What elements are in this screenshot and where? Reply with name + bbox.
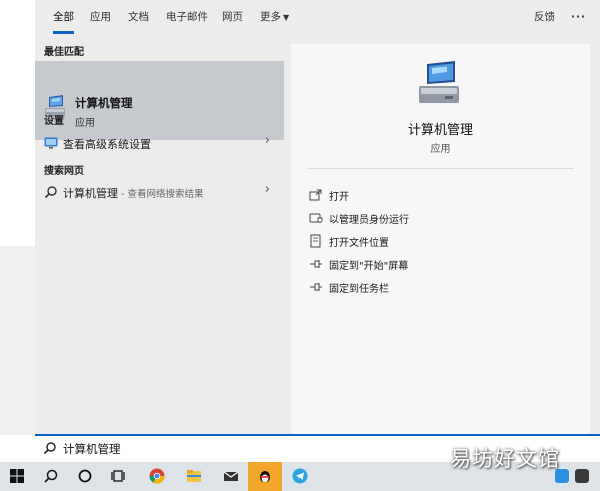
- mail-taskbar-button[interactable]: [214, 462, 248, 491]
- chevron-right-icon: ›: [264, 133, 270, 148]
- search-icon: [44, 469, 58, 483]
- best-match-item[interactable]: 计算机管理 应用: [35, 61, 284, 140]
- mail-icon: [223, 471, 239, 481]
- tab-all-label: 全部: [53, 11, 74, 23]
- chevron-down-icon: ▼: [283, 13, 290, 22]
- cortana-circle-icon: [78, 469, 92, 483]
- web-search-hint: - 查看网络搜索结果: [118, 189, 204, 200]
- tab-documents[interactable]: 文档: [128, 0, 149, 34]
- action-pin-to-taskbar-label: 固定到任务栏: [329, 284, 389, 295]
- telegram-icon: [292, 468, 308, 484]
- feedback-button[interactable]: 反馈: [534, 0, 555, 34]
- best-match-subtitle: 应用: [75, 118, 95, 129]
- qq-penguin-icon: [260, 471, 270, 484]
- action-pin-to-start-label: 固定到"开始"屏幕: [329, 261, 409, 272]
- search-icon: [43, 442, 56, 455]
- pin-icon: [310, 283, 322, 291]
- preview-pane: 计算机管理 应用 打开 以管理员身份运行 打开文件位置 固定到"开始"屏幕 固定…: [291, 44, 590, 434]
- tab-all[interactable]: 全部: [53, 0, 74, 34]
- section-search-web: 搜索网页: [44, 166, 84, 177]
- tab-email-label: 电子邮件: [166, 11, 208, 23]
- action-open-label: 打开: [329, 192, 349, 203]
- tab-more[interactable]: 更多 ▼: [260, 0, 289, 34]
- settings-item-label: 查看高级系统设置: [63, 138, 151, 151]
- shield-admin-icon: [309, 213, 323, 223]
- action-run-as-admin[interactable]: 以管理员身份运行: [309, 208, 569, 228]
- taskbar-search-button[interactable]: [34, 462, 68, 491]
- search-icon: [44, 186, 57, 199]
- pin-icon: [310, 260, 322, 268]
- file-location-icon: [310, 234, 321, 248]
- chrome-taskbar-button[interactable]: [140, 462, 174, 491]
- folder-icon: [187, 470, 201, 482]
- tab-email[interactable]: 电子邮件: [166, 0, 208, 34]
- best-match-title: 计算机管理: [75, 96, 133, 110]
- action-pin-to-taskbar[interactable]: 固定到任务栏: [309, 277, 569, 297]
- chevron-right-icon: ›: [264, 182, 270, 197]
- desktop-window-edge: [0, 246, 35, 435]
- tab-documents-label: 文档: [128, 11, 149, 23]
- web-search-item[interactable]: 计算机管理 - 查看网络搜索结果 ›: [35, 180, 284, 204]
- watermark: 易坊好文馆: [450, 447, 560, 471]
- tab-web[interactable]: 网页: [222, 0, 243, 34]
- feedback-label: 反馈: [534, 11, 555, 23]
- action-pin-to-start[interactable]: 固定到"开始"屏幕: [309, 254, 569, 274]
- more-options-button[interactable]: ···: [571, 0, 586, 34]
- action-open-file-location-label: 打开文件位置: [329, 238, 389, 249]
- open-icon: [309, 189, 322, 201]
- tab-more-label: 更多: [260, 11, 281, 23]
- task-view-button[interactable]: [102, 462, 136, 491]
- task-view-icon: [111, 470, 125, 482]
- start-button[interactable]: [0, 462, 34, 491]
- divider: [307, 168, 574, 169]
- action-open[interactable]: 打开: [309, 185, 569, 205]
- more-options-icon: ···: [571, 11, 586, 23]
- tab-apps[interactable]: 应用: [90, 0, 111, 34]
- search-input-value: 计算机管理: [63, 442, 121, 456]
- action-run-as-admin-label: 以管理员身份运行: [329, 215, 409, 226]
- telegram-taskbar-button[interactable]: [283, 462, 317, 491]
- preview-subtitle: 应用: [430, 144, 451, 155]
- web-search-term: 计算机管理: [63, 187, 118, 200]
- tab-apps-label: 应用: [90, 11, 111, 23]
- results-list: 最佳匹配 计算机管理 应用 设置 查看高级系统设置 › 搜索网页 计算机管理 -…: [35, 34, 284, 434]
- section-best-match: 最佳匹配: [44, 47, 84, 58]
- settings-item-advanced-system[interactable]: 查看高级系统设置 ›: [35, 131, 284, 155]
- file-explorer-taskbar-button[interactable]: [177, 462, 211, 491]
- action-open-file-location[interactable]: 打开文件位置: [309, 231, 569, 251]
- section-settings: 设置: [44, 116, 64, 127]
- cortana-button[interactable]: [68, 462, 102, 491]
- qq-taskbar-button[interactable]: [248, 462, 282, 491]
- windows-logo-icon: [10, 469, 24, 483]
- computer-management-large-icon: [419, 61, 459, 103]
- chrome-icon: [149, 468, 165, 484]
- tray-app-icon[interactable]: [575, 469, 589, 483]
- web-search-label: 计算机管理 - 查看网络搜索结果: [63, 185, 203, 201]
- search-tab-bar: 全部 应用 文档 电子邮件 网页 更多 ▼ 反馈 ···: [35, 0, 600, 34]
- tab-web-label: 网页: [222, 11, 243, 23]
- preview-title: 计算机管理: [407, 123, 473, 138]
- monitor-icon: [44, 137, 58, 149]
